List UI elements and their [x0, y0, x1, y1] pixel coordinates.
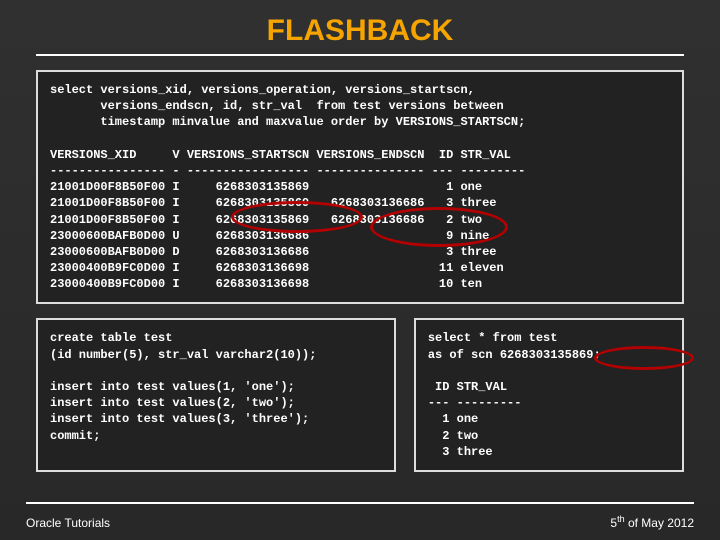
footer-date-rest: of May 2012 — [625, 516, 694, 530]
right-sql-panel: select * from test as of scn 62683031358… — [414, 318, 684, 472]
left-code: create table test (id number(5), str_val… — [50, 330, 382, 443]
footer: Oracle Tutorials 5th of May 2012 — [0, 504, 720, 540]
slide: FLASHBACK select versions_xid, versions_… — [0, 0, 720, 540]
bottom-row: create table test (id number(5), str_val… — [36, 318, 684, 472]
top-sql-panel: select versions_xid, versions_operation,… — [36, 70, 684, 304]
left-sql-panel: create table test (id number(5), str_val… — [36, 318, 396, 472]
top-code: select versions_xid, versions_operation,… — [50, 82, 670, 292]
highlight-oval-startscn — [231, 201, 363, 233]
slide-title: FLASHBACK — [0, 0, 720, 48]
footer-left: Oracle Tutorials — [26, 516, 110, 530]
footer-right: 5th of May 2012 — [610, 514, 694, 530]
footer-date-suffix: th — [617, 514, 625, 524]
highlight-oval-scn-literal — [594, 346, 694, 370]
title-underline — [36, 54, 684, 56]
highlight-oval-endscn — [370, 207, 508, 247]
